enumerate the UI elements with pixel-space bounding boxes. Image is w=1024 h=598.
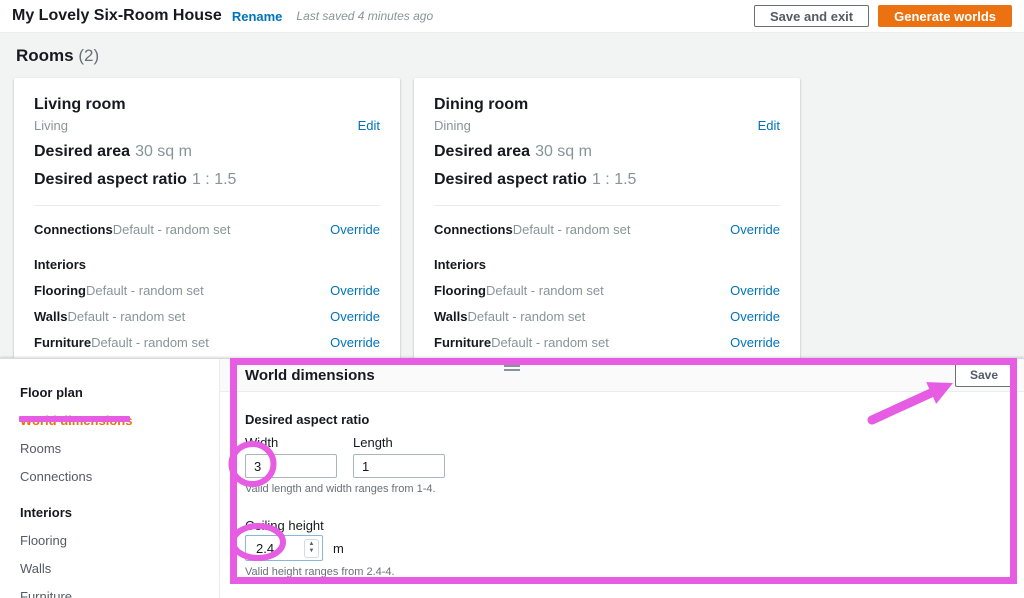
furniture-row: FurnitureDefault - random set Override [434,335,780,350]
topbar: My Lovely Six-Room House Rename Last sav… [0,0,1024,33]
interiors-heading: Interiors [34,257,380,272]
override-connections-link[interactable]: Override [730,222,780,237]
length-input[interactable] [353,454,445,478]
aspect-ratio-value: 1 : 1.5 [592,171,636,188]
furniture-row: FurnitureDefault - random set Override [34,335,380,350]
generate-worlds-button[interactable]: Generate worlds [878,5,1012,27]
room-card-living: Living room Living Edit Desired area 30 s… [14,78,400,378]
ceiling-height-help-text: Valid height ranges from 2.4-4. [245,566,999,578]
furniture-label: Furniture [34,335,91,350]
save-button[interactable]: Save [955,363,1013,387]
furniture-label: Furniture [434,335,491,350]
flooring-value: Default - random set [486,283,604,298]
flooring-label: Flooring [34,283,86,298]
interiors-heading: Interiors [434,257,780,272]
flooring-row: FlooringDefault - random set Override [434,283,780,298]
connections-label: Connections [34,222,113,237]
drag-handle-icon[interactable] [504,365,520,371]
page-title: My Lovely Six-Room House [12,7,222,25]
connections-label: Connections [434,222,513,237]
aspect-ratio-help-text: Valid length and width ranges from 1-4. [245,483,999,495]
card-title: Living room [34,96,380,114]
card-divider [434,205,780,206]
desired-area-value: 30 sq m [535,143,592,160]
panel-header: World dimensions Save [220,359,1024,392]
override-furniture-link[interactable]: Override [730,335,780,350]
topbar-actions: Save and exit Generate worlds [754,5,1012,27]
override-connections-link[interactable]: Override [330,222,380,237]
edit-link[interactable]: Edit [758,118,780,133]
last-saved-text: Last saved 4 minutes ago [296,9,433,23]
rooms-heading: Rooms (2) [16,46,1010,66]
override-furniture-link[interactable]: Override [330,335,380,350]
walls-label: Walls [34,309,67,324]
walls-label: Walls [434,309,467,324]
furniture-value: Default - random set [491,335,609,350]
edit-link[interactable]: Edit [358,118,380,133]
override-flooring-link[interactable]: Override [730,283,780,298]
room-card-dining: Dining room Dining Edit Desired area 30 s… [414,78,800,378]
page: My Lovely Six-Room House Rename Last sav… [0,0,1024,598]
connections-value: Default - random set [113,222,231,237]
sidebar-item-connections[interactable]: Connections [20,468,219,485]
sidebar-item-flooring[interactable]: Flooring [20,532,219,549]
desired-area-label: Desired area [34,143,130,160]
length-label: Length [353,435,445,450]
rooms-heading-label: Rooms [16,46,74,65]
desired-area-row: Desired area 30 sq m [434,143,780,161]
flooring-label: Flooring [434,283,486,298]
connections-value: Default - random set [513,222,631,237]
world-dimensions-panel: World dimensions Save Desired aspect rat… [220,359,1024,598]
aspect-ratio-row: Desired aspect ratio 1 : 1.5 [434,171,780,189]
connections-row: ConnectionsDefault - random set Override [434,222,780,237]
stepper-up-icon[interactable]: ▲ [309,541,315,548]
room-cards: Living room Living Edit Desired area 30 s… [14,78,1010,378]
card-subtitle: Living [34,118,68,133]
flooring-row: FlooringDefault - random set Override [34,283,380,298]
rooms-count: (2) [78,46,99,65]
card-title: Dining room [434,96,780,114]
override-flooring-link[interactable]: Override [330,283,380,298]
furniture-value: Default - random set [91,335,209,350]
ceiling-height-input[interactable]: ▲ ▼ [245,535,323,561]
walls-value: Default - random set [67,309,185,324]
ceiling-height-label: Ceiling height [245,518,324,533]
override-walls-link[interactable]: Override [330,309,380,324]
width-label: Width [245,435,337,450]
sidebar-item-furniture[interactable]: Furniture [20,588,219,598]
aspect-ratio-heading: Desired aspect ratio [245,412,999,427]
connections-row: ConnectionsDefault - random set Override [34,222,380,237]
desired-area-label: Desired area [434,143,530,160]
rename-link[interactable]: Rename [232,9,283,24]
aspect-ratio-value: 1 : 1.5 [192,171,236,188]
width-input[interactable] [245,454,337,478]
sidebar-item-world-dimensions[interactable]: World dimensions [20,412,219,429]
stepper-down-icon[interactable]: ▼ [309,548,315,555]
sidebar-group-interiors: Interiors [20,505,219,520]
aspect-ratio-label: Desired aspect ratio [34,171,187,188]
aspect-ratio-label: Desired aspect ratio [434,171,587,188]
walls-row: WallsDefault - random set Override [434,309,780,324]
sidebar-item-walls[interactable]: Walls [20,560,219,577]
sidebar-item-rooms[interactable]: Rooms [20,440,219,457]
number-stepper[interactable]: ▲ ▼ [304,539,319,558]
world-settings-drawer: Floor plan World dimensions Rooms Connec… [0,358,1024,598]
override-walls-link[interactable]: Override [730,309,780,324]
walls-value: Default - random set [467,309,585,324]
ceiling-unit-label: m [333,541,344,556]
save-and-exit-button[interactable]: Save and exit [754,5,869,27]
card-divider [34,205,380,206]
desired-area-value: 30 sq m [135,143,192,160]
walls-row: WallsDefault - random set Override [34,309,380,324]
sidebar-group-floor-plan: Floor plan [20,385,219,400]
desired-area-row: Desired area 30 sq m [34,143,380,161]
card-subtitle: Dining [434,118,471,133]
aspect-ratio-row: Desired aspect ratio 1 : 1.5 [34,171,380,189]
panel-title: World dimensions [245,367,375,384]
drawer-sidebar: Floor plan World dimensions Rooms Connec… [0,359,220,598]
ceiling-height-value[interactable] [246,541,288,556]
flooring-value: Default - random set [86,283,204,298]
panel-body: Desired aspect ratio Width Length Valid … [220,392,1024,598]
